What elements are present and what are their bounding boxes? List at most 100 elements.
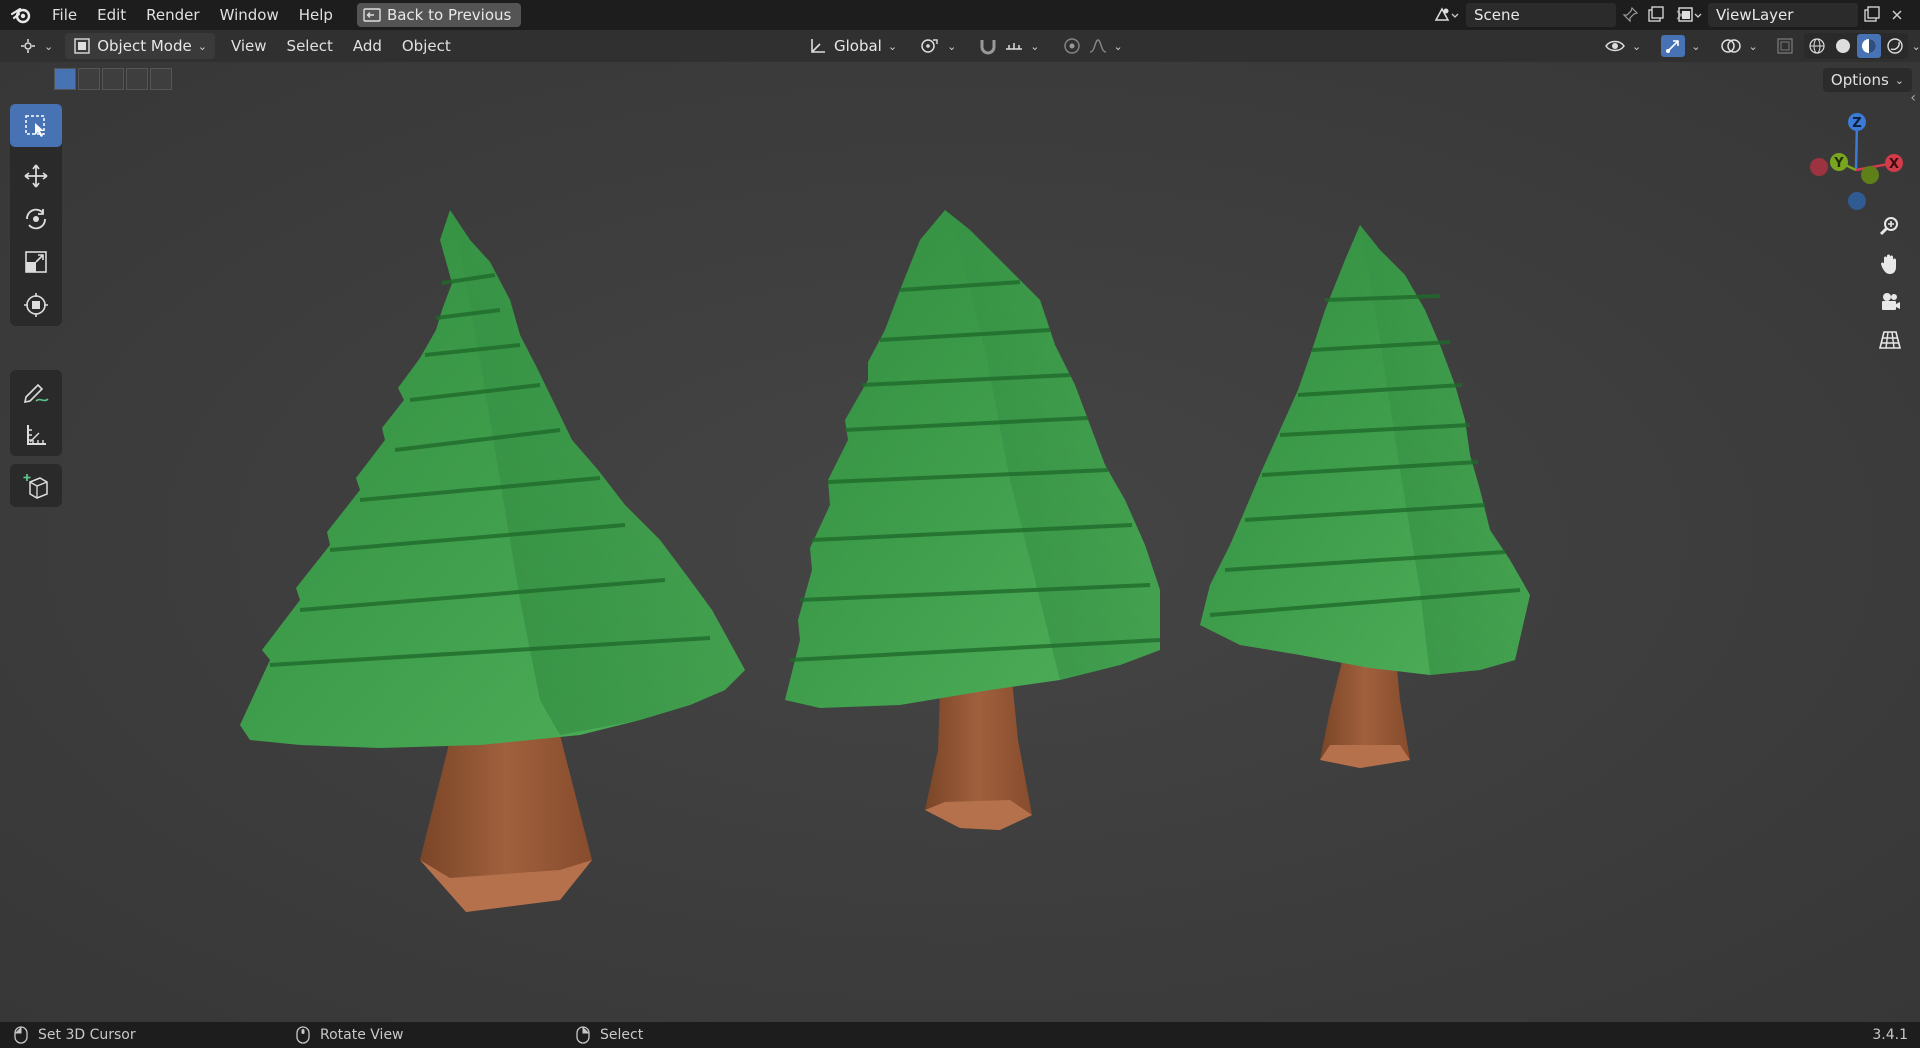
pin-icon[interactable]	[1618, 3, 1642, 27]
chevron-down-icon: ⌄	[1030, 39, 1040, 53]
mouse-middle-icon	[296, 1026, 310, 1044]
mouse-left-icon	[14, 1026, 28, 1044]
viewport-display-controls: ⌄ ⌄ ⌄ ⌄	[1596, 33, 1920, 59]
header-menu-object[interactable]: Object	[392, 37, 461, 55]
view-layer-name-field[interactable]: ViewLayer	[1708, 3, 1858, 27]
status-bar: Set 3D Cursor Rotate View Select 3.4.1	[0, 1022, 1920, 1048]
wireframe-shading-button[interactable]	[1805, 34, 1829, 58]
chevron-down-icon: ⌄	[1632, 39, 1642, 53]
camera-icon	[1882, 293, 1900, 310]
chevron-down-icon: ⌄	[947, 39, 957, 53]
mouse-right-icon	[576, 1026, 590, 1044]
shading-options-chevron-icon[interactable]: ⌄	[1912, 40, 1920, 53]
scene-name-field[interactable]: Scene	[1466, 3, 1616, 27]
sidebar-toggle-chevron-icon[interactable]: ‹	[1910, 90, 1916, 106]
axis-orientation-icon	[811, 39, 825, 53]
editor-type-button[interactable]: ⌄	[10, 33, 61, 59]
back-to-previous-button[interactable]: Back to Previous	[356, 3, 522, 27]
top-menu-bar: File Edit Render Window Help Back to Pre…	[0, 0, 1920, 30]
transform-controls: Global ⌄ ⌄ ⌄ ⌄	[800, 33, 1131, 59]
snap-dropdown[interactable]: ⌄	[970, 33, 1047, 59]
shading-mode-group	[1803, 33, 1908, 59]
navigation-gizmo[interactable]: Z X Y	[1800, 102, 1910, 212]
gizmo-x-label: X	[1889, 157, 1899, 172]
new-view-layer-icon[interactable]	[1860, 3, 1884, 27]
rendered-shading-button[interactable]	[1883, 34, 1907, 58]
rendered-sphere-icon	[1886, 38, 1903, 54]
solid-shading-button[interactable]	[1831, 34, 1855, 58]
chevron-down-icon: ⌄	[44, 39, 54, 53]
zoom-button[interactable]	[1874, 210, 1906, 242]
header-menu-select[interactable]: Select	[277, 37, 343, 55]
status-rotate-view: Rotate View	[296, 1026, 404, 1044]
scene-trees-render	[240, 210, 1530, 912]
blender-logo-icon[interactable]	[0, 0, 42, 30]
status-right-label: Select	[600, 1027, 644, 1043]
mode-label: Object Mode	[97, 37, 192, 55]
status-left-label: Set 3D Cursor	[38, 1027, 136, 1043]
menu-file[interactable]: File	[42, 0, 87, 30]
xray-icon	[1777, 38, 1793, 54]
pan-button[interactable]	[1874, 248, 1906, 280]
hand-icon	[1881, 254, 1896, 274]
chevron-down-icon: ⌄	[1691, 39, 1701, 53]
gizmo-y-label: Y	[1833, 156, 1844, 171]
material-sphere-icon	[1861, 39, 1876, 53]
status-select: Select	[576, 1026, 643, 1044]
scene-icon	[1434, 7, 1459, 21]
gizmo-toggle[interactable]	[1661, 35, 1686, 57]
gizmo-neg-z-axis[interactable]	[1848, 192, 1866, 210]
gizmo-z-label: Z	[1852, 116, 1861, 131]
tree-left	[240, 210, 745, 912]
scene-browse-button[interactable]	[1428, 3, 1464, 27]
status-middle-label: Rotate View	[320, 1027, 404, 1043]
header-menu-add[interactable]: Add	[343, 37, 392, 55]
view-layer-name: ViewLayer	[1716, 6, 1794, 24]
eye-icon	[1605, 40, 1625, 52]
screen-back-icon	[363, 8, 381, 22]
orientation-label: Global	[834, 37, 882, 55]
view-layer-browse-button[interactable]	[1672, 3, 1706, 27]
scene-name: Scene	[1474, 6, 1520, 24]
menu-window[interactable]: Window	[210, 0, 289, 30]
visibility-dropdown[interactable]: ⌄	[1596, 33, 1649, 59]
mode-dropdown[interactable]: Object Mode ⌄	[65, 33, 215, 59]
solid-sphere-icon	[1835, 39, 1850, 53]
perspective-toggle-button[interactable]	[1874, 324, 1906, 356]
scene-selector: Scene	[1428, 3, 1692, 27]
menu-render[interactable]: Render	[136, 0, 209, 30]
gizmo-icon	[1666, 40, 1680, 53]
version-label: 3.4.1	[1872, 1027, 1908, 1043]
snap-increment-icon	[1006, 43, 1023, 50]
pivot-point-dropdown[interactable]: ⌄	[911, 33, 964, 59]
viewport-header: ⌄ Object Mode ⌄ View Select Add Object G…	[0, 30, 1920, 62]
gizmo-neg-x-axis[interactable]	[1810, 158, 1828, 176]
grid-perspective-icon	[1878, 331, 1902, 349]
chevron-down-icon: ⌄	[1113, 39, 1123, 53]
3d-viewport[interactable]: Options ⌄ Z X Y ‹	[0, 62, 1920, 1022]
orientation-dropdown[interactable]: Global ⌄	[800, 33, 905, 59]
tree-middle	[785, 210, 1161, 830]
view-layer-selector: ViewLayer	[1672, 3, 1908, 27]
xray-toggle[interactable]	[1770, 34, 1800, 58]
overlays-dropdown[interactable]: ⌄	[1712, 33, 1765, 59]
camera-view-button[interactable]	[1874, 286, 1906, 318]
status-set-cursor: Set 3D Cursor	[14, 1026, 136, 1044]
delete-view-layer-icon[interactable]	[1886, 3, 1908, 27]
falloff-curve-icon	[1089, 39, 1106, 53]
menu-edit[interactable]: Edit	[87, 0, 136, 30]
gizmo-neg-y-axis[interactable]	[1861, 166, 1879, 184]
pivot-icon	[921, 39, 938, 53]
back-to-previous-label: Back to Previous	[386, 6, 512, 24]
material-preview-button[interactable]	[1856, 34, 1881, 58]
gizmo-dropdown[interactable]: ⌄	[1653, 33, 1708, 59]
header-menu-view[interactable]: View	[221, 37, 277, 55]
chevron-down-icon: ⌄	[197, 39, 207, 53]
proportional-editing-icon	[1063, 38, 1080, 54]
proportional-editing-dropdown[interactable]: ⌄	[1054, 33, 1131, 59]
object-mode-icon	[74, 38, 90, 54]
chevron-down-icon: ⌄	[1748, 39, 1758, 53]
tree-right	[1200, 225, 1530, 768]
menu-help[interactable]: Help	[289, 0, 343, 30]
new-scene-icon[interactable]	[1644, 3, 1668, 27]
